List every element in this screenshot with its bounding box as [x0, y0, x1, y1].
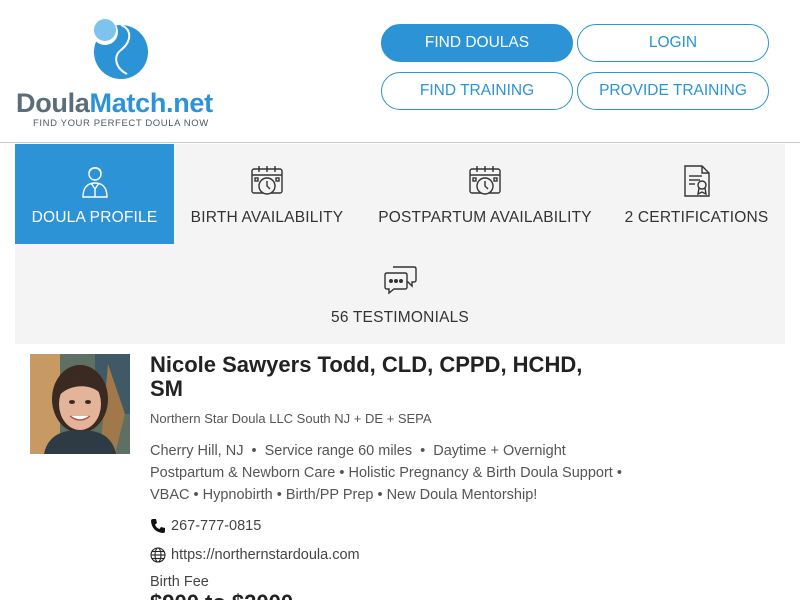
login-button[interactable]: LOGIN: [577, 24, 769, 62]
tab-birth-availability[interactable]: BIRTH AVAILABILITY: [183, 144, 351, 244]
find-doulas-button[interactable]: FIND DOULAS: [381, 24, 573, 62]
logo-drops-icon: [92, 19, 148, 79]
tab-doula-profile-label: DOULA PROFILE: [31, 209, 158, 226]
globe-icon: [150, 547, 166, 563]
tab-birth-availability-label: BIRTH AVAILABILITY: [190, 209, 344, 226]
tab-postpartum-availability[interactable]: POSTPARTUM AVAILABILITY: [370, 144, 600, 244]
doula-name: Nicole Sawyers Todd, CLD, CPPD, HCHD, SM: [150, 352, 583, 401]
doula-person-icon: [77, 163, 113, 199]
website-row[interactable]: https://northernstardoula.com: [150, 547, 360, 563]
website-link[interactable]: https://northernstardoula.com: [171, 547, 360, 563]
birth-fee-value: $900 to $2000: [150, 590, 293, 600]
site-header: DoulaMatch.net FIND YOUR PERFECT DOULA N…: [0, 0, 800, 143]
tab-testimonials[interactable]: 56 TESTIMONIALS: [315, 244, 485, 344]
tab-postpartum-availability-label: POSTPARTUM AVAILABILITY: [378, 209, 592, 226]
location-text: Cherry Hill, NJ: [150, 443, 244, 459]
tab-doula-profile[interactable]: DOULA PROFILE: [15, 144, 174, 244]
service-range-text: Service range 60 miles: [264, 443, 413, 459]
calendar-clock-icon: [467, 163, 503, 199]
logo-wordmark-part2: Match.net: [89, 88, 214, 118]
profile-tabs: DOULA PROFILE BIRTH AVAILABILITY POSTPAR…: [15, 144, 785, 344]
tab-certifications[interactable]: 2 CERTIFICATIONS: [618, 144, 775, 244]
separator-dot: •: [420, 443, 426, 459]
separator-dot: •: [251, 443, 257, 459]
doula-photo: [30, 354, 130, 454]
tab-certifications-label: 2 CERTIFICATIONS: [624, 209, 769, 226]
phone-icon: [150, 518, 166, 534]
provide-training-button[interactable]: PROVIDE TRAINING: [577, 72, 769, 110]
chat-bubbles-icon: [382, 263, 418, 299]
site-logo[interactable]: DoulaMatch.net FIND YOUR PERFECT DOULA N…: [16, 12, 221, 132]
logo-wordmark-part1: Doula: [16, 88, 90, 118]
doula-details: Cherry Hill, NJ • Service range 60 miles…: [150, 440, 640, 506]
calendar-clock-icon: [249, 163, 285, 199]
business-name: Northern Star Doula LLC South NJ + DE + …: [150, 411, 432, 426]
phone-row[interactable]: 267-777-0815: [150, 518, 261, 534]
availability-text: Daytime + Overnight: [433, 443, 566, 459]
find-training-button[interactable]: FIND TRAINING: [381, 72, 573, 110]
logo-tagline: FIND YOUR PERFECT DOULA NOW: [33, 118, 209, 129]
logo-wordmark: DoulaMatch.net: [16, 88, 213, 119]
certificate-icon: [679, 163, 715, 199]
phone-number[interactable]: 267-777-0815: [171, 518, 261, 534]
services-text: Postpartum & Newborn Care • Holistic Pre…: [150, 465, 622, 503]
tab-testimonials-label: 56 TESTIMONIALS: [331, 309, 469, 326]
birth-fee-label: Birth Fee: [150, 574, 209, 590]
